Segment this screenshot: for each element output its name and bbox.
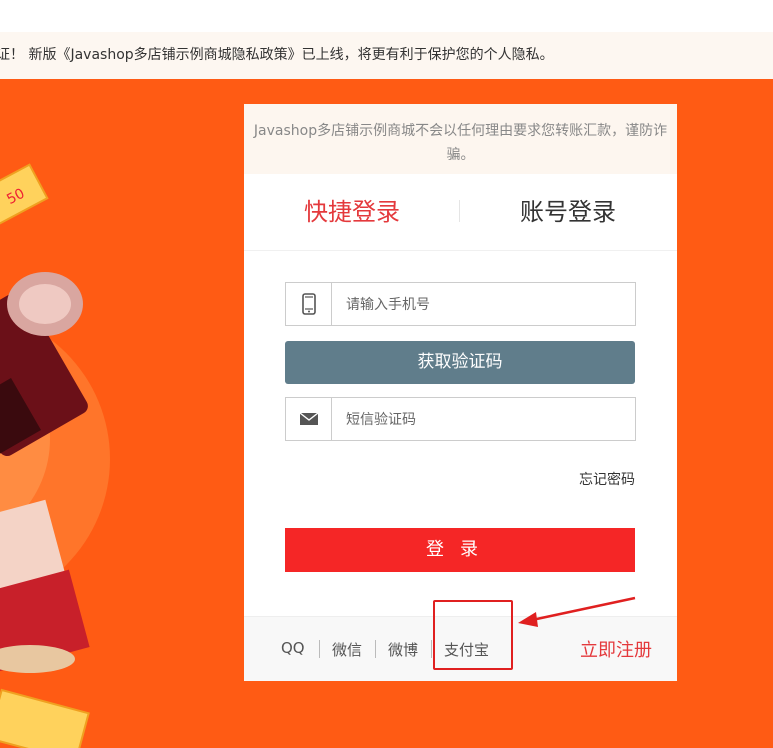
wechat-login-link[interactable]: 微信 [332,639,362,660]
login-tabs: 快捷登录 账号登录 [244,174,677,251]
annotation-arrow-icon [518,596,636,627]
top-bar [0,0,773,32]
link-divider [319,640,320,658]
weibo-login-link[interactable]: 微博 [388,639,418,660]
phone-field [285,282,636,327]
privacy-notice-bar: 证！ 新版《Javashop多店铺示例商城隐私政策》已上线，将更有利于保护您的个… [0,32,773,79]
phone-input[interactable] [344,283,628,327]
link-divider [375,640,376,658]
annotation-highlight-box [433,600,513,670]
tab-divider [459,200,460,222]
qq-login-link[interactable]: QQ [281,639,305,657]
envelope-icon [286,398,332,440]
sms-code-input[interactable] [344,398,628,442]
privacy-notice-text: 证！ 新版《Javashop多店铺示例商城隐私政策》已上线，将更有利于保护您的个… [0,47,554,63]
anti-fraud-warning: Javashop多店铺示例商城不会以任何理由要求您转账汇款，谨防诈骗。 [244,104,677,174]
mobile-phone-icon [286,283,332,325]
forgot-password-link[interactable]: 忘记密码 [544,469,635,489]
tab-account-login[interactable]: 账号登录 [468,192,668,227]
sms-code-field [285,397,636,442]
register-link[interactable]: 立即注册 [580,636,652,662]
tab-quick-login[interactable]: 快捷登录 [252,192,452,227]
login-button-label: 登录 [426,539,494,560]
link-divider [431,640,432,658]
get-code-button[interactable]: 获取验证码 [285,341,635,384]
login-button[interactable]: 登录 [285,528,635,572]
